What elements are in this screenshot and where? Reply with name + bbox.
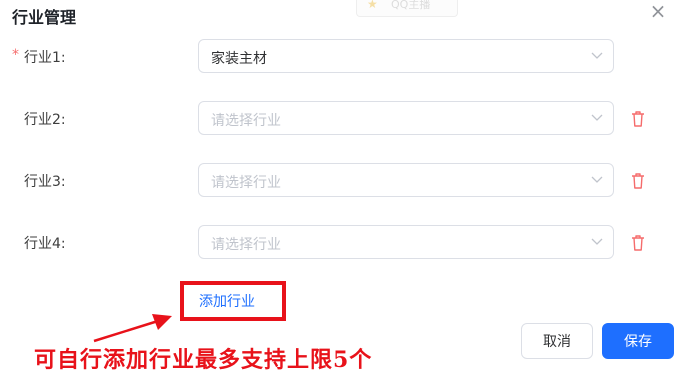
- cancel-button[interactable]: 取消: [521, 323, 593, 359]
- annotation-arrow: [93, 314, 172, 343]
- annotation-text: 可自行添加行业最多支持上限5个: [34, 347, 373, 373]
- save-button[interactable]: 保存: [602, 323, 674, 359]
